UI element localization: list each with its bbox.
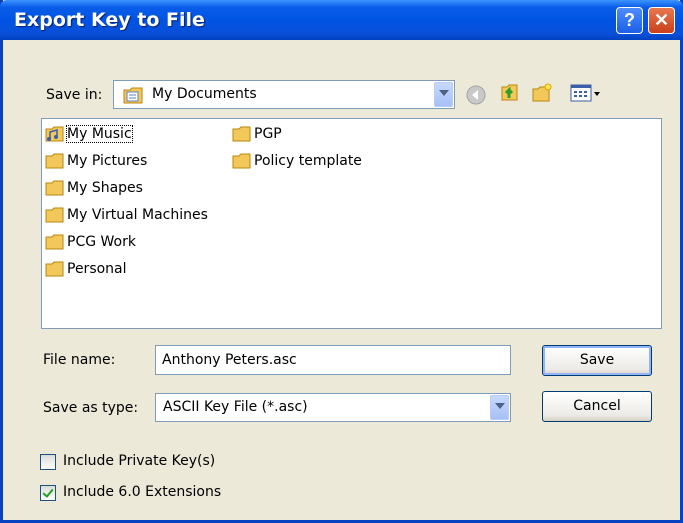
dialog-title: Export Key to File <box>14 9 205 31</box>
title-bar[interactable]: Export Key to File ? ✕ <box>0 0 683 40</box>
folder-icon <box>45 234 64 250</box>
save-in-label: Save in: <box>46 87 103 103</box>
export-key-dialog: Export Key to File ? ✕ Save in: My Docum… <box>0 0 683 523</box>
include-extensions-label: Include 6.0 Extensions <box>63 484 222 500</box>
back-icon[interactable] <box>465 84 487 106</box>
list-item[interactable]: My Music <box>45 124 133 144</box>
file-name: My Shapes <box>67 180 143 196</box>
file-list[interactable]: My Music My Pictures My Shapes My Virtua… <box>41 118 662 329</box>
music-folder-icon <box>45 126 64 142</box>
include-private-key-checkbox[interactable] <box>40 454 56 470</box>
new-folder-icon[interactable] <box>531 82 553 104</box>
save-as-type-arrow-icon[interactable] <box>490 395 509 420</box>
file-name: My Pictures <box>67 153 148 169</box>
save-as-type-dropdown[interactable]: ASCII Key File (*.asc) <box>155 393 511 422</box>
folder-icon <box>232 126 251 142</box>
file-name: PCG Work <box>67 234 136 250</box>
folder-icon <box>45 153 64 169</box>
include-extensions-checkbox[interactable] <box>40 485 56 501</box>
save-as-type-value: ASCII Key File (*.asc) <box>163 399 308 415</box>
include-private-key-label: Include Private Key(s) <box>63 453 216 469</box>
file-name: Policy template <box>254 153 362 169</box>
list-item[interactable]: PGP <box>232 124 282 144</box>
list-item[interactable]: Personal <box>45 259 127 279</box>
up-one-level-icon[interactable] <box>498 81 520 103</box>
list-item[interactable]: My Pictures <box>45 151 147 171</box>
list-item[interactable]: My Shapes <box>45 178 143 198</box>
cancel-button[interactable]: Cancel <box>542 391 652 422</box>
file-name: My Music <box>66 125 133 143</box>
list-item[interactable]: PCG Work <box>45 232 136 252</box>
folder-icon <box>45 261 64 277</box>
file-name: PGP <box>254 126 282 142</box>
folder-icon <box>45 207 64 223</box>
folder-icon <box>232 153 251 169</box>
file-name-label: File name: <box>43 352 116 368</box>
close-button[interactable]: ✕ <box>648 7 675 34</box>
file-name-input[interactable] <box>155 345 511 375</box>
save-button[interactable]: Save <box>542 345 652 376</box>
file-name: My Virtual Machines <box>67 207 208 223</box>
file-name: Personal <box>67 261 127 277</box>
list-item[interactable]: Policy template <box>232 151 362 171</box>
folder-icon <box>45 180 64 196</box>
view-menu-icon[interactable] <box>570 82 602 104</box>
list-item[interactable]: My Virtual Machines <box>45 205 208 225</box>
save-as-type-label: Save as type: <box>43 400 139 416</box>
save-in-value: My Documents <box>152 86 257 102</box>
help-button[interactable]: ? <box>616 7 643 34</box>
save-in-dropdown-arrow-icon[interactable] <box>434 82 453 107</box>
my-documents-icon <box>123 87 143 104</box>
save-in-dropdown[interactable]: My Documents <box>113 80 455 109</box>
